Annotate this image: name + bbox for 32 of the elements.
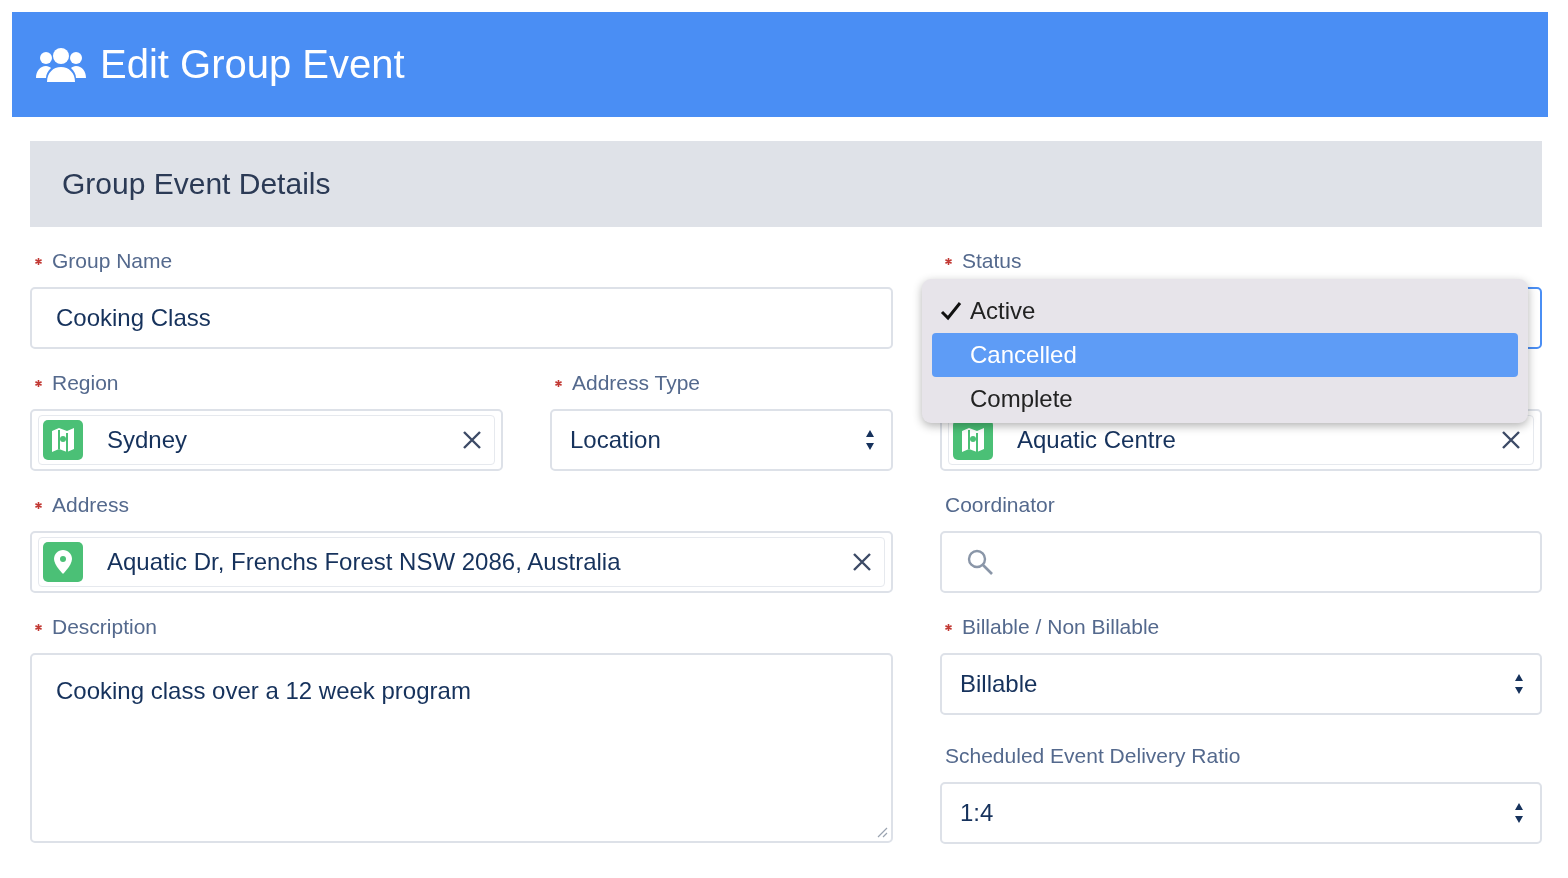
textarea-field[interactable]: Cooking class over a 12 week program xyxy=(30,653,893,843)
select-field[interactable]: Location xyxy=(550,409,893,471)
search-icon xyxy=(966,548,994,576)
field-label: Status xyxy=(962,249,1022,273)
field-label: Coordinator xyxy=(945,493,1055,517)
lookup-field[interactable]: Sydney xyxy=(30,409,503,471)
field-label: Description xyxy=(52,615,158,639)
map-icon xyxy=(43,420,83,460)
people-group-icon xyxy=(36,45,86,84)
map-icon xyxy=(953,420,993,460)
clear-icon[interactable] xyxy=(462,430,482,450)
resize-grip-icon[interactable] xyxy=(876,826,888,838)
field-label: Scheduled Event Delivery Ratio xyxy=(945,744,1241,768)
search-field[interactable] xyxy=(940,531,1542,593)
field-label: Group Name xyxy=(52,249,173,273)
field-label: Billable / Non Billable xyxy=(962,615,1160,639)
select-field[interactable]: Billable xyxy=(940,653,1542,715)
lookup-field[interactable]: Aquatic Dr, Frenchs Forest NSW 2086, Australia xyxy=(30,531,893,593)
up-down-arrows-icon xyxy=(1514,673,1524,695)
menu-option[interactable]: Active xyxy=(932,289,1518,333)
field-label: Address xyxy=(52,493,130,517)
page-title: Edit Group Event xyxy=(100,42,405,87)
field-label: Region xyxy=(52,371,119,395)
up-down-arrows-icon xyxy=(1514,802,1524,824)
clear-icon[interactable] xyxy=(1501,430,1521,450)
select-field[interactable]: 1:4 xyxy=(940,782,1542,844)
text-field[interactable]: Cooking Class xyxy=(30,287,893,349)
section-title: Group Event Details xyxy=(62,167,331,201)
up-down-arrows-icon xyxy=(865,429,875,451)
location-pin-icon xyxy=(43,542,83,582)
field-label: Address Type xyxy=(572,371,701,395)
clear-icon[interactable] xyxy=(852,552,872,572)
